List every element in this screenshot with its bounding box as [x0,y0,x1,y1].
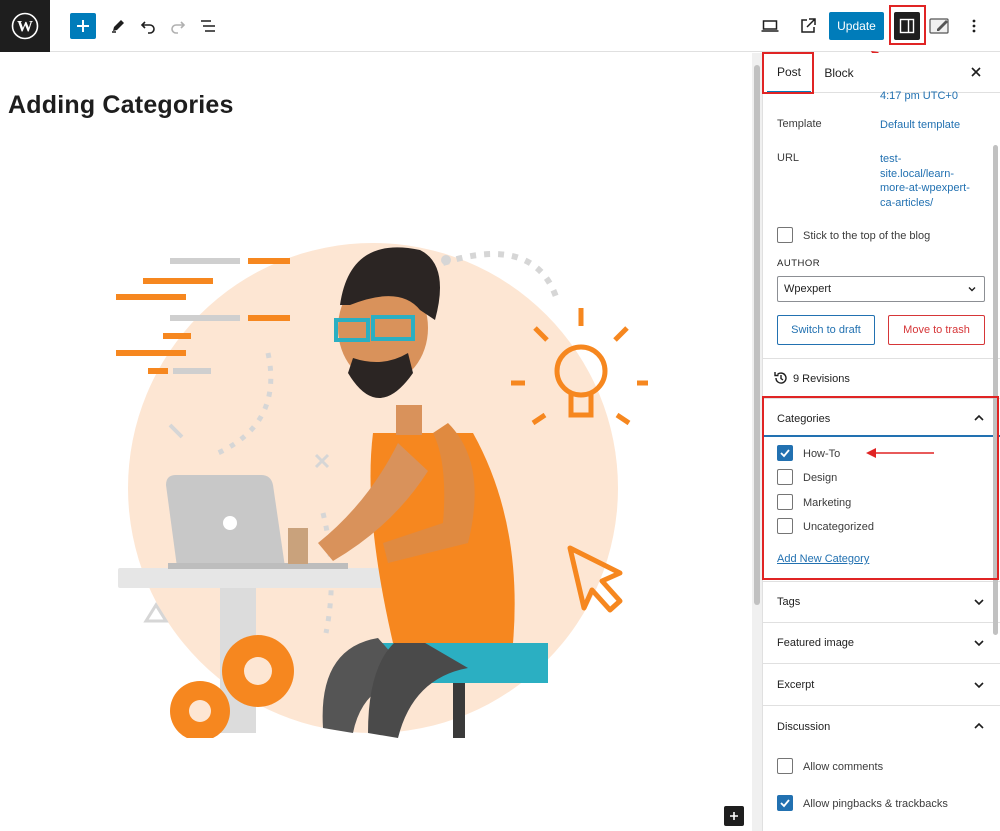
post-title[interactable]: Adding Categories [8,91,234,120]
stick-to-top-label: Stick to the top of the blog [803,230,931,242]
view-post-external-icon[interactable] [794,12,822,40]
settings-sidebar-toggle[interactable] [894,12,920,40]
move-to-trash-button[interactable]: Move to trash [888,315,985,345]
check-icon [780,799,790,808]
url-line: site.local/learn- [880,167,954,180]
chevron-down-icon [968,287,976,292]
sidebar-panel-icon [899,18,915,34]
template-value[interactable]: Default template [880,118,990,133]
tab-block[interactable]: Block [819,53,859,93]
revisions-link[interactable]: 9 Revisions [793,373,850,385]
wordpress-logo[interactable]: W [0,0,50,52]
category-label: Uncategorized [803,521,874,533]
author-label: AUTHOR [777,258,821,269]
svg-text:W: W [17,19,33,36]
category-label: Marketing [803,497,852,509]
check-icon [780,449,790,458]
close-icon [971,67,981,77]
category-checkbox-howto[interactable] [777,445,793,461]
settings-sidebar: Post Block 4:17 pm UTC+0 Template Defaul… [762,53,1000,831]
categories-panel-toggle[interactable]: Categories [777,413,830,425]
allow-pingbacks-label: Allow pingbacks & trackbacks [803,798,948,810]
featured-illustration [116,243,648,738]
discussion-panel-toggle[interactable]: Discussion [777,721,830,733]
stick-to-top-checkbox[interactable] [777,227,793,243]
list-view-icon[interactable] [194,12,222,40]
url-value[interactable]: test- site.local/learn- more-at-wpexpert… [880,152,980,210]
featured-image-panel-toggle[interactable]: Featured image [777,637,854,649]
editor-toolbar: W Update [0,0,1000,52]
undo-icon[interactable] [134,12,162,40]
add-block-inline-button[interactable] [724,806,744,826]
publish-time-value[interactable]: 4:17 pm UTC+0 [880,89,980,104]
category-label: How-To [803,448,841,460]
sidebar-scrollbar[interactable] [991,53,1000,831]
url-line: ca-articles/ [880,196,934,209]
preview-device-icon[interactable] [756,12,784,40]
add-new-category-link[interactable]: Add New Category [777,553,869,565]
excerpt-panel-toggle[interactable]: Excerpt [777,679,814,691]
canvas-scrollbar[interactable] [752,53,762,831]
category-checkbox-marketing[interactable] [777,494,793,510]
add-block-button[interactable] [70,13,96,39]
allow-comments-checkbox[interactable] [777,758,793,774]
edit-pencil-icon[interactable] [104,12,132,40]
allow-pingbacks-checkbox[interactable] [777,795,793,811]
chevron-down-icon[interactable] [972,595,986,609]
switch-to-draft-button[interactable]: Switch to draft [777,315,875,345]
category-label: Design [803,472,838,484]
revisions-icon [773,370,789,391]
redo-icon[interactable] [164,12,192,40]
category-checkbox-uncategorized[interactable] [777,518,793,534]
url-line: more-at-wpexpert- [880,182,970,194]
category-checkbox-design[interactable] [777,469,793,485]
url-line: test- [880,153,902,165]
yoast-seo-icon[interactable] [926,12,954,40]
author-select[interactable]: Wpexpert [777,276,985,302]
chevron-up-icon[interactable] [972,719,986,733]
allow-comments-label: Allow comments [803,761,884,773]
editor-canvas: Adding Categories [0,53,752,831]
url-label: URL [777,152,800,164]
sidebar-tabs: Post Block [763,53,1000,93]
template-label: Template [777,118,822,130]
chevron-up-icon[interactable] [972,411,986,425]
tab-post[interactable]: Post [767,53,811,93]
close-sidebar-button[interactable] [965,61,987,83]
tags-panel-toggle[interactable]: Tags [777,596,800,608]
chevron-down-icon[interactable] [972,636,986,650]
author-value: Wpexpert [784,283,832,295]
chevron-down-icon[interactable] [972,678,986,692]
more-options-icon[interactable] [960,12,988,40]
update-button[interactable]: Update [829,12,884,40]
